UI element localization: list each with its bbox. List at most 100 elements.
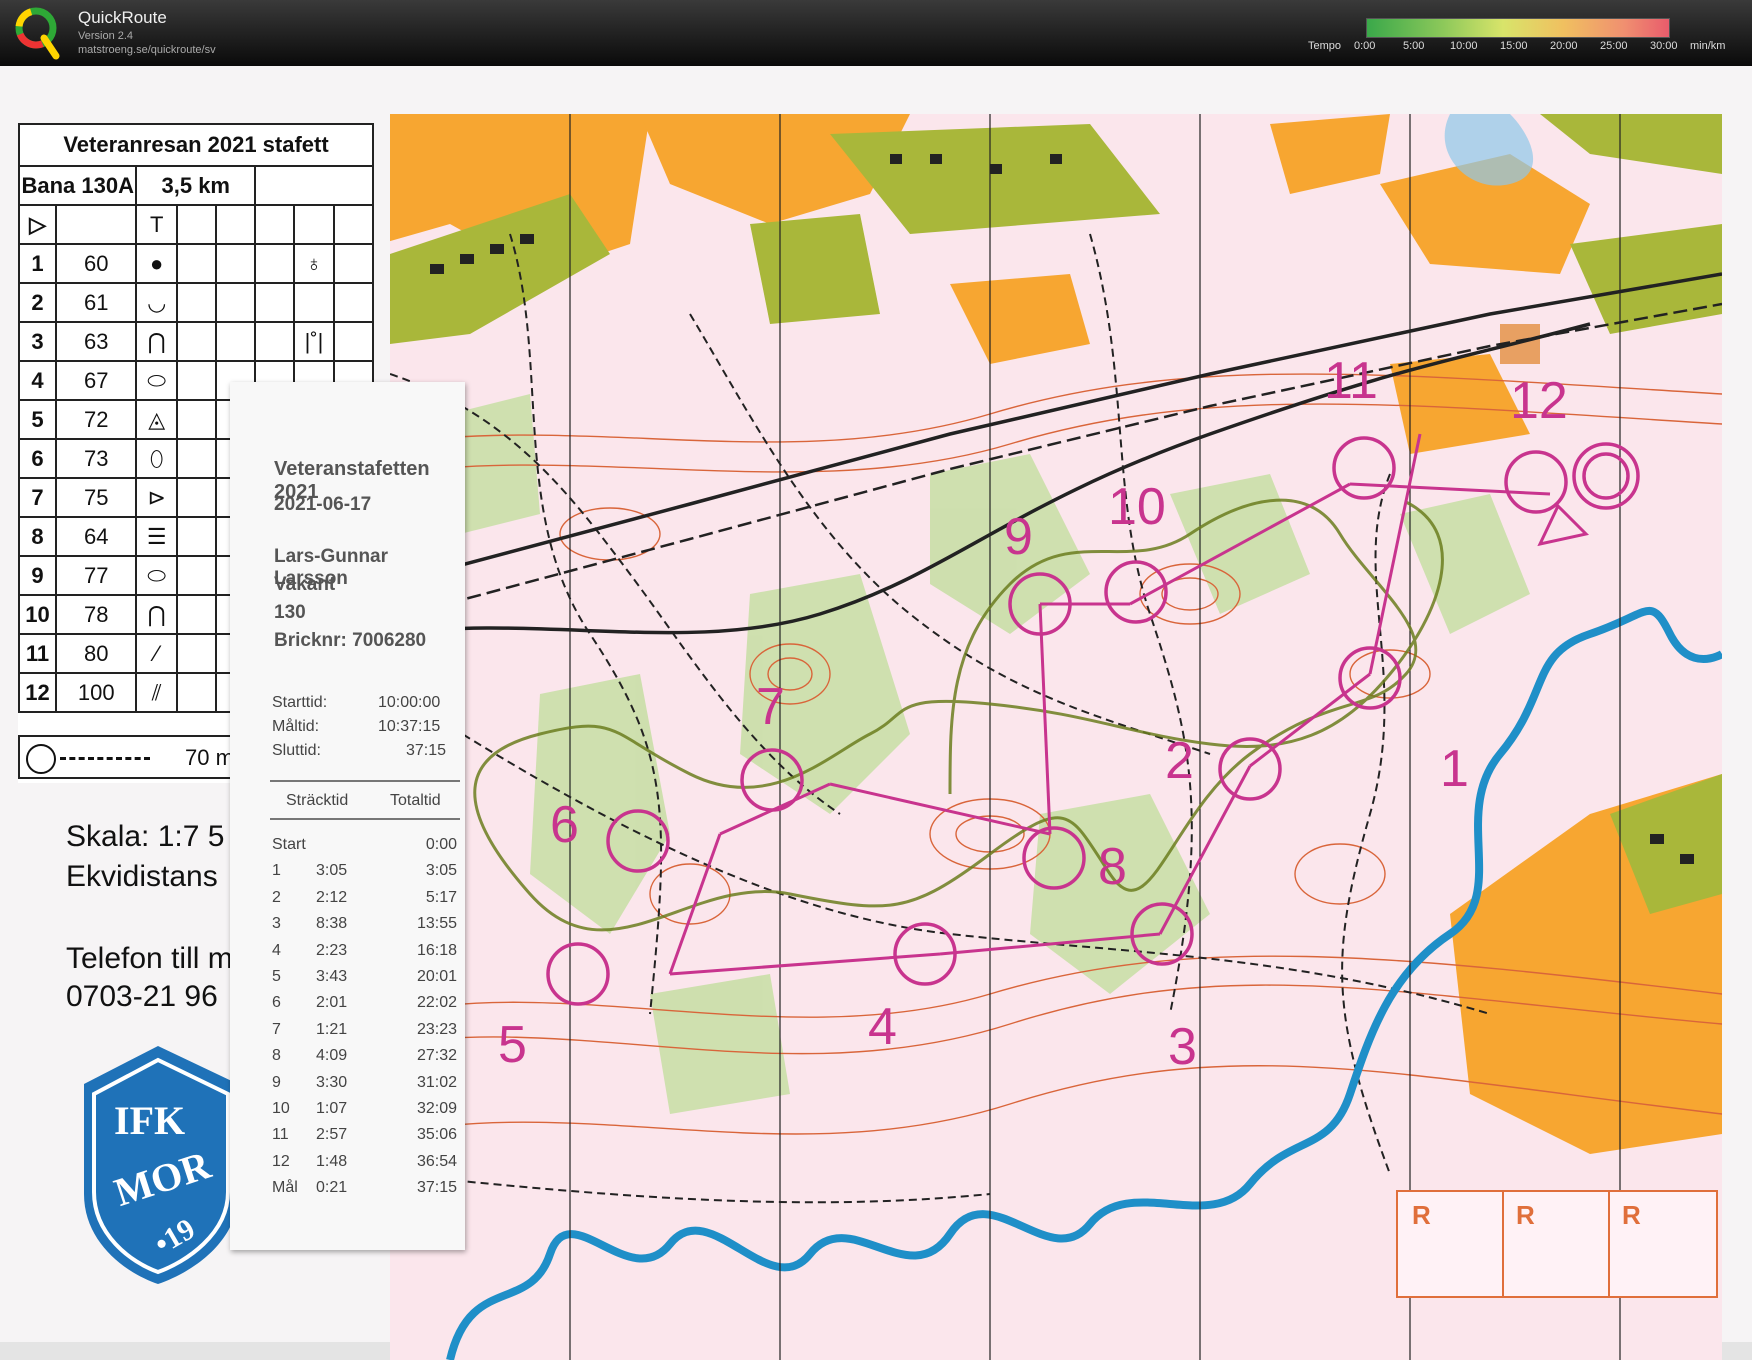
feature-symbol-icon: ◬ <box>135 399 178 440</box>
description-cell <box>333 282 374 323</box>
description-cell <box>254 243 295 284</box>
description-cell <box>175 555 218 596</box>
control-code-cell: 80 <box>55 633 138 674</box>
total-time: 5:17 <box>425 888 457 906</box>
split-leg: 4 <box>272 941 281 959</box>
tempo-tick: 25:00 <box>1600 40 1628 52</box>
finish-circle-icon <box>26 744 56 774</box>
map-ekvidistans: Ekvidistans <box>66 860 218 893</box>
description-cell <box>175 477 218 518</box>
split-leg: 10 <box>272 1100 290 1117</box>
control-description-row: 2 61 ◡ <box>17 282 374 323</box>
description-cell <box>175 438 218 479</box>
description-cell <box>333 243 374 284</box>
rental-card-boxes: R R R <box>1396 1190 1718 1298</box>
control-number-cell: 7 <box>17 477 58 518</box>
feature-symbol-icon: ⊳ <box>135 477 178 518</box>
split-leg: 1 <box>272 862 281 880</box>
location-symbol-icon: |˚| <box>292 321 336 362</box>
control-number: 11 <box>1324 352 1378 410</box>
split-leg: 9 <box>272 1073 281 1091</box>
control-description-row: 1 60 ● ♁ <box>17 243 374 284</box>
finish-distance: 70 m <box>185 745 234 770</box>
split-time-receipt: Veteranstafetten 2021 2021-06-17 Lars-Gu… <box>230 382 465 1250</box>
split-time: 3:30 <box>316 1073 348 1091</box>
tempo-label: Tempo <box>1308 40 1342 52</box>
total-time: 35:06 <box>416 1126 457 1144</box>
split-leg: 2 <box>272 888 281 906</box>
total-time: 37:15 <box>416 1179 457 1197</box>
control-code-cell: 72 <box>55 399 138 440</box>
description-cell <box>175 399 218 440</box>
club-emblem: IFK MOR •19 <box>84 1046 238 1284</box>
description-cell <box>175 672 218 713</box>
total-time: 27:32 <box>416 1047 457 1065</box>
description-cell <box>175 633 218 674</box>
course-name: Bana 130A <box>17 165 138 206</box>
starttid-value: 10:00:00 <box>378 694 441 711</box>
control-number: 7 <box>756 678 785 736</box>
control-number-cell: 5 <box>17 399 58 440</box>
control-code-cell: 78 <box>55 594 138 635</box>
split-time: 4:09 <box>316 1047 348 1065</box>
r-box-letter: R <box>1622 1200 1641 1230</box>
split-leg: 3 <box>272 915 281 933</box>
map-scale: Skala: 1:7 5 <box>66 820 225 853</box>
split-time: 2:01 <box>316 994 348 1012</box>
total-time: 31:02 <box>416 1073 457 1091</box>
description-cell <box>175 321 218 362</box>
control-number-cell: 8 <box>17 516 58 557</box>
split-leg: 6 <box>272 994 281 1012</box>
control-description-row: 3 63 ⋂ |˚| <box>17 321 374 362</box>
control-code-cell: 61 <box>55 282 138 323</box>
col-header-total: Totaltid <box>390 792 441 809</box>
control-number-cell: 9 <box>17 555 58 596</box>
total-time: 13:55 <box>416 915 457 933</box>
app-url[interactable]: matstroeng.se/quickroute/sv <box>78 44 216 56</box>
tempo-tick: 0:00 <box>1354 40 1376 52</box>
split-leg: 11 <box>272 1126 289 1144</box>
split-time: 8:38 <box>316 915 348 933</box>
split-time: 2:23 <box>316 941 348 959</box>
course-title: Veteranresan 2021 stafett <box>18 123 374 167</box>
total-time: 36:54 <box>416 1152 457 1170</box>
tempo-tick: 15:00 <box>1500 40 1528 52</box>
total-time: 20:01 <box>416 968 457 985</box>
total-time: 16:18 <box>416 941 457 959</box>
description-cell <box>333 321 374 362</box>
tempo-tick: 10:00 <box>1450 40 1478 52</box>
control-code-cell: 60 <box>55 243 138 284</box>
split-time: 1:48 <box>316 1152 348 1170</box>
control-code-cell: 73 <box>55 438 138 479</box>
feature-symbol-icon: ⬯ <box>135 438 178 479</box>
receipt-club: Vakant <box>274 574 336 595</box>
split-time: 3:05 <box>316 862 348 880</box>
receipt-class: 130 <box>274 602 306 623</box>
receipt-bricknr: Bricknr: 7006280 <box>274 630 427 651</box>
control-number: 1 <box>1440 740 1469 798</box>
description-cell <box>214 321 257 362</box>
description-cell <box>175 360 218 401</box>
control-number: 5 <box>498 1016 527 1074</box>
total-time: 3:05 <box>425 862 457 880</box>
control-code-cell: 100 <box>55 672 138 713</box>
total-time: 32:09 <box>416 1100 457 1117</box>
tempo-color-scale <box>1366 18 1670 38</box>
orienteering-map[interactable]: 1 2 3 4 5 6 7 8 9 10 11 12 <box>390 114 1722 1360</box>
tempo-tick: 30:00 <box>1650 40 1678 52</box>
start-feature: T <box>135 204 178 245</box>
split-time: 1:21 <box>316 1020 348 1038</box>
control-number: 3 <box>1168 1018 1197 1076</box>
sluttid-value: 37:15 <box>406 742 447 759</box>
start-symbol: ▷ <box>17 204 58 245</box>
split-leg: 5 <box>272 968 281 985</box>
feature-symbol-icon: ⫽ <box>135 672 178 713</box>
total-time: 22:02 <box>416 994 457 1012</box>
control-code-cell: 64 <box>55 516 138 557</box>
app-header: QuickRoute Version 2.4 matstroeng.se/qui… <box>0 0 1752 66</box>
total-time: 23:23 <box>416 1020 457 1038</box>
description-cell <box>175 282 218 323</box>
tempo-unit: min/km <box>1690 40 1726 52</box>
total-time: 0:00 <box>425 836 457 853</box>
location-symbol-icon <box>292 282 336 323</box>
